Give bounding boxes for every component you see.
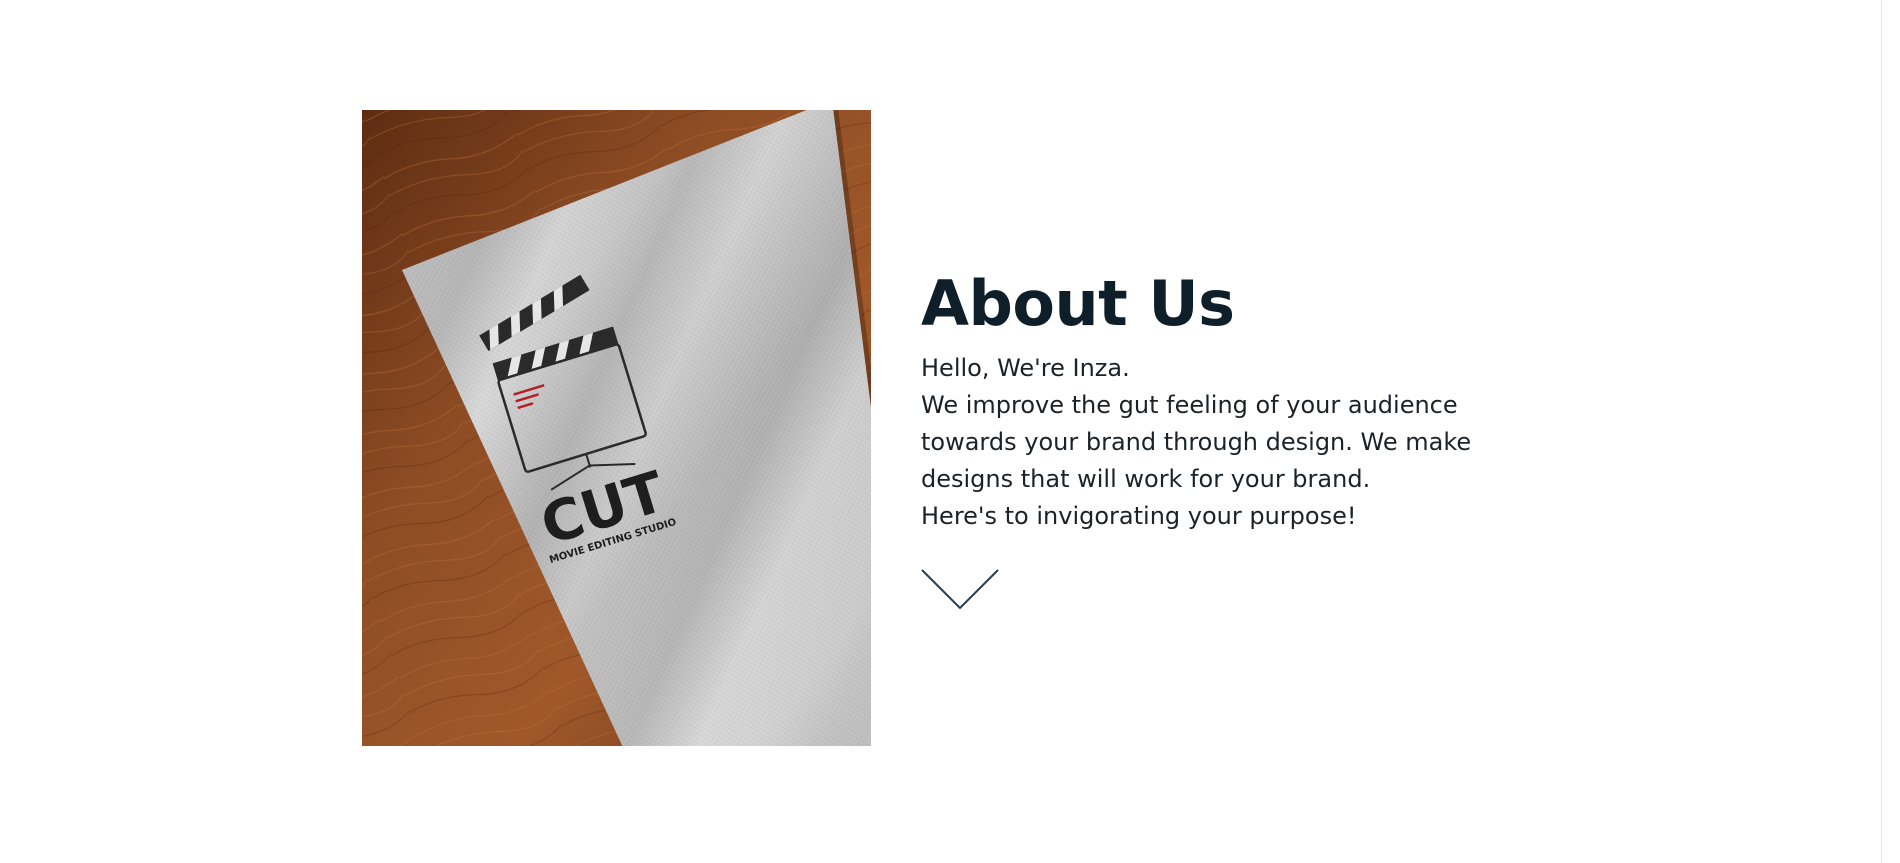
about-content: About Us Hello, We're Inza. We improve t… [921, 264, 1561, 535]
about-tagline: Here's to invigorating your purpose! [921, 502, 1357, 530]
about-description: We improve the gut feeling of your audie… [921, 391, 1472, 493]
chevron-down-icon[interactable] [921, 569, 999, 611]
about-section: CUT MOVIE EDITING STUDIO About Us Hello,… [0, 0, 1900, 863]
brand-mockup-image: CUT MOVIE EDITING STUDIO [362, 110, 871, 746]
about-copy: Hello, We're Inza. We improve the gut fe… [921, 350, 1561, 535]
page-edge-divider [1881, 0, 1882, 863]
about-heading: About Us [921, 267, 1235, 340]
about-greeting: Hello, We're Inza. [921, 354, 1130, 382]
